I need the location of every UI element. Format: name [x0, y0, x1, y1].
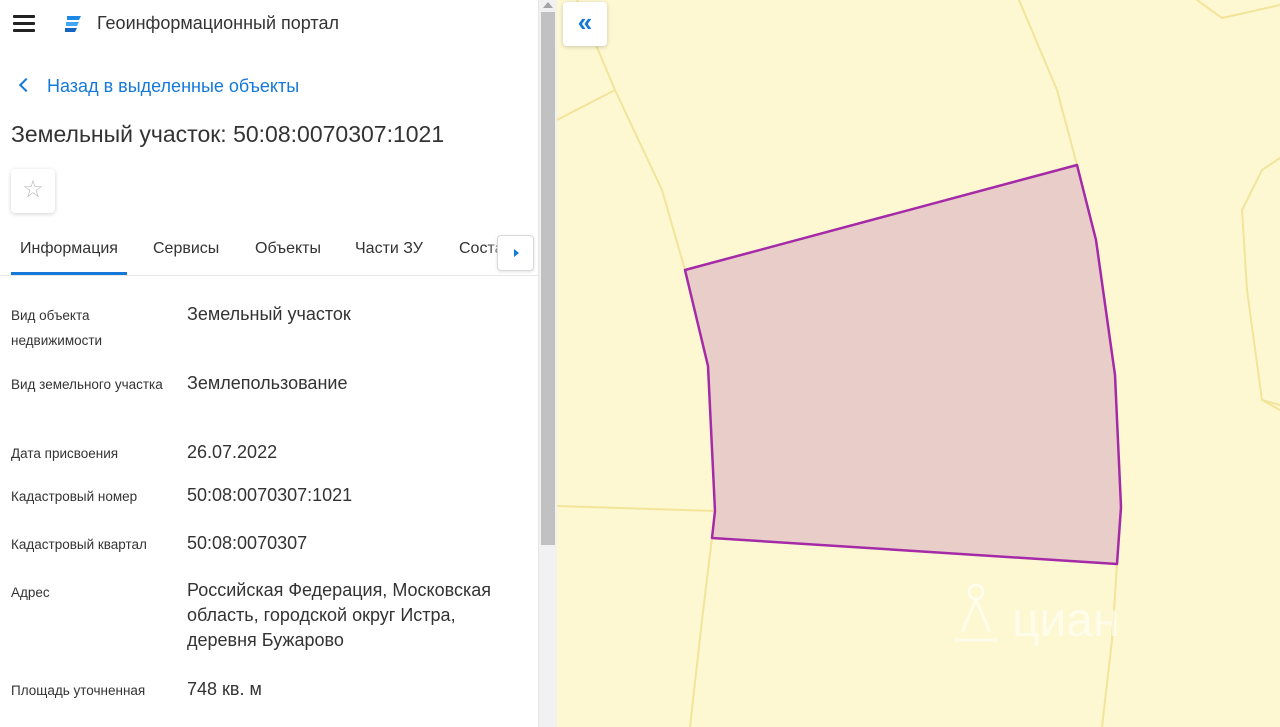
info-value: 748 кв. м [187, 679, 262, 699]
double-chevron-left-icon: « [577, 7, 593, 37]
info-value: 50:08:0070307 [187, 533, 308, 553]
back-to-selected-link[interactable]: Назад в выделенные объекты [18, 76, 300, 97]
triangle-right-icon [514, 249, 519, 257]
selected-parcel [683, 163, 1123, 566]
info-label: Кадастровый квартал [11, 537, 147, 552]
info-label: Вид объекта недвижимости [11, 308, 103, 348]
panel-scrollbar[interactable] [538, 0, 557, 727]
info-label: Адрес [11, 585, 50, 600]
portal-logo-icon[interactable] [62, 12, 86, 36]
app-title: Геоинформационный портал [97, 13, 339, 33]
tab-information[interactable]: Информация [11, 240, 127, 275]
info-label: Дата присвоения [11, 446, 119, 461]
map-view[interactable] [557, 0, 1280, 727]
favorite-button[interactable]: ☆ [11, 169, 55, 213]
tab-objects[interactable]: Объекты [255, 240, 321, 258]
parcel-boundary [557, 89, 616, 121]
collapse-panel-button[interactable]: « [563, 2, 607, 46]
cian-logo-icon: циан [954, 583, 1120, 647]
tab-services[interactable]: Сервисы [153, 240, 219, 258]
parcel-boundary [1018, 0, 1078, 166]
page-title: Земельный участок: 50:08:0070307:1021 [11, 121, 445, 147]
side-panel: Геоинформационный портал Назад в выделен… [0, 0, 538, 727]
watermark-text: циан [1012, 594, 1120, 647]
parcel-boundary [1196, 0, 1280, 20]
info-label: Вид земельного участка [11, 377, 163, 392]
info-value: 26.07.2022 [187, 442, 278, 462]
star-icon: ☆ [22, 176, 44, 203]
scrollbar-thumb[interactable] [541, 12, 555, 545]
info-value: Российская Федерация, Московская область… [187, 580, 491, 650]
tab-scroll-right-button[interactable] [497, 235, 534, 271]
info-value: Земельный участок [187, 304, 351, 324]
watermark: циан [940, 578, 1160, 653]
scroll-up-icon[interactable] [543, 2, 553, 8]
info-value: Землепользование [187, 373, 348, 393]
parcel-boundary [557, 505, 716, 512]
cadastral-map[interactable] [557, 0, 1280, 727]
parcel-boundary [1240, 157, 1280, 411]
hamburger-menu-icon[interactable] [13, 15, 35, 32]
chevron-left-icon [18, 77, 34, 93]
back-link-label: Назад в выделенные объекты [47, 76, 300, 96]
info-label: Кадастровый номер [11, 489, 138, 504]
top-bar: Геоинформационный портал [0, 0, 538, 48]
info-label: Площадь уточненная [11, 683, 146, 698]
tab-bar: Информация Сервисы Объекты Части ЗУ Сост… [0, 228, 538, 276]
tab-land-parts[interactable]: Части ЗУ [355, 240, 423, 258]
info-value: 50:08:0070307:1021 [187, 485, 353, 505]
parcel-boundary [689, 537, 713, 727]
